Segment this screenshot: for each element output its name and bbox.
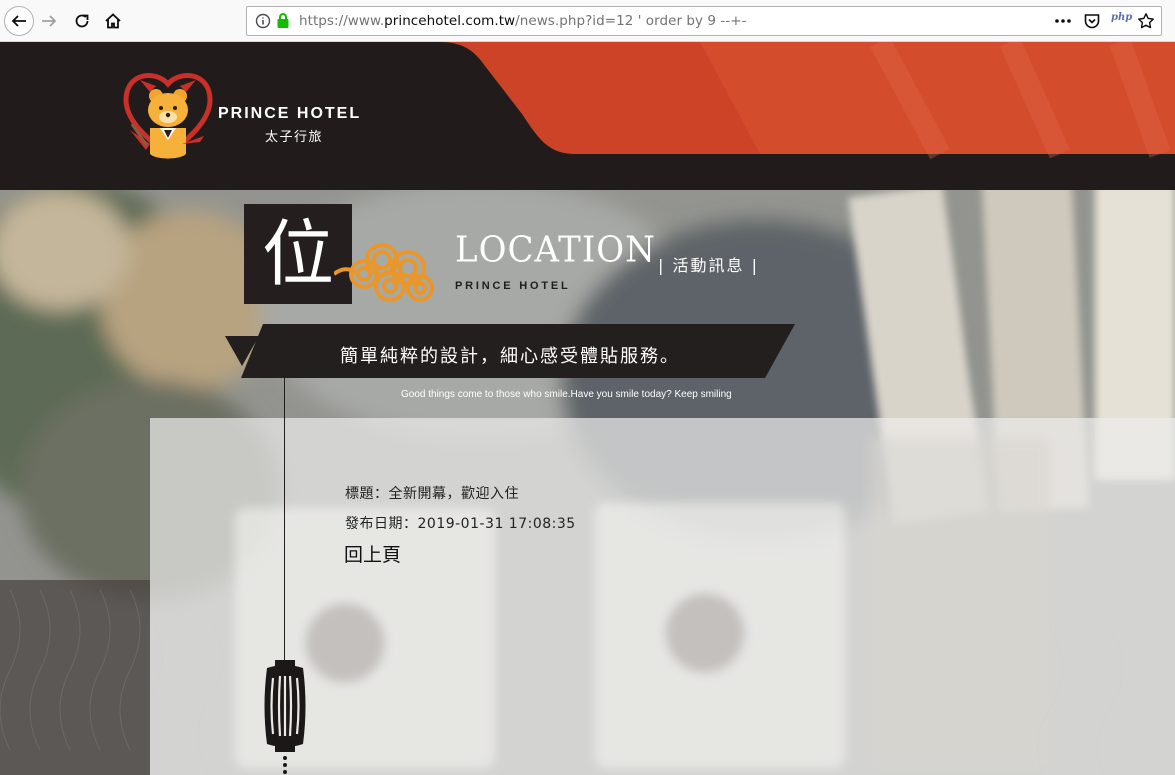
bear-mascot-logo bbox=[123, 73, 213, 160]
page-actions-icon[interactable] bbox=[1053, 13, 1073, 29]
slogan-english: Good things come to those who smile.Have… bbox=[401, 389, 732, 400]
browser-toolbar: https://www.princehotel.com.tw/news.php?… bbox=[0, 0, 1175, 42]
location-subtitle: PRINCE HOTEL bbox=[455, 280, 571, 292]
url-scheme: https://www. bbox=[299, 13, 385, 29]
url-text[interactable]: https://www.princehotel.com.tw/news.php?… bbox=[299, 13, 747, 29]
home-icon bbox=[105, 13, 121, 29]
location-title: LOCATION bbox=[455, 229, 656, 271]
url-path: /news.php?id=12 ' order by 9 --+- bbox=[515, 13, 747, 29]
home-button[interactable] bbox=[99, 7, 127, 35]
brand-name-zh[interactable]: 太子行旅 bbox=[265, 126, 323, 145]
hero-section: 位 LOCATION PRINCE HOTEL | 活動訊息 | 簡單純粹的設計… bbox=[0, 190, 1175, 775]
back-arrow-icon bbox=[11, 15, 26, 27]
section-tag-news: | 活動訊息 | bbox=[658, 256, 759, 275]
forward-button[interactable] bbox=[35, 7, 63, 35]
back-to-previous-link[interactable]: 回上頁 bbox=[344, 540, 401, 567]
info-icon[interactable] bbox=[255, 13, 271, 29]
url-domain: princehotel.com.tw bbox=[384, 13, 516, 29]
news-title: 標題：全新開幕，歡迎入住 bbox=[345, 486, 519, 502]
address-bar[interactable]: https://www.princehotel.com.tw/news.php?… bbox=[246, 6, 1162, 36]
site-header: PRINCE HOTEL 太子行旅 bbox=[0, 42, 1175, 190]
brand-name-en[interactable]: PRINCE HOTEL bbox=[218, 105, 361, 123]
forward-arrow-icon bbox=[42, 15, 57, 27]
lantern-icon bbox=[264, 660, 306, 774]
slogan-text: 簡單純粹的設計，細心感受體貼服務。 bbox=[340, 346, 680, 367]
cloud-ornament-icon bbox=[334, 243, 434, 302]
location-char: 位 bbox=[261, 212, 334, 296]
lock-icon[interactable] bbox=[276, 12, 290, 29]
bookmark-star-icon[interactable] bbox=[1137, 12, 1155, 30]
lantern-string bbox=[284, 376, 285, 666]
reload-button[interactable] bbox=[68, 7, 96, 35]
reload-icon bbox=[75, 14, 89, 28]
back-button[interactable] bbox=[4, 6, 34, 36]
web-page: PRINCE HOTEL 太子行旅 位 LOCATION PRINCE HOTE… bbox=[0, 42, 1175, 775]
php-extension-icon[interactable]: php bbox=[1111, 12, 1132, 23]
pocket-icon[interactable] bbox=[1083, 12, 1101, 30]
news-publish-date: 發布日期：2019-01-31 17:08:35 bbox=[345, 516, 576, 532]
